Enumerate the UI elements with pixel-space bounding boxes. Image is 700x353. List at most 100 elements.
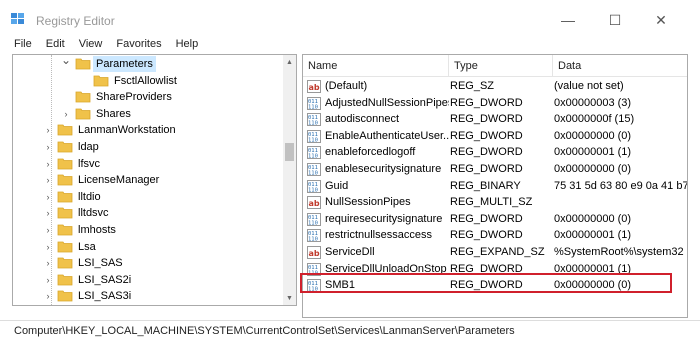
registry-values-list[interactable]: Name Type Data ab (Default) REG_SZ (value n… xyxy=(302,54,688,318)
tree-node[interactable]: › ldap xyxy=(13,138,283,156)
menu-edit[interactable]: Edit xyxy=(44,38,67,50)
tree-node[interactable]: › Shares xyxy=(13,105,283,123)
tree-node[interactable]: › Lsa xyxy=(13,238,283,256)
value-name: SMB1 xyxy=(325,279,355,292)
tree-node-label: LSI_SAS2i xyxy=(78,273,132,286)
svg-text:110: 110 xyxy=(308,137,318,143)
tree-node[interactable]: ShareProviders xyxy=(13,88,283,106)
value-row[interactable]: 011 110 enableforcedlogoff REG_DWORD 0x00000… xyxy=(303,144,687,161)
menu-favorites[interactable]: Favorites xyxy=(114,38,163,50)
binary-value-icon: 011 110 xyxy=(307,279,321,293)
folder-icon xyxy=(75,107,91,120)
value-name-cell: 011 110 restrictnullsessaccess xyxy=(307,227,449,244)
value-name: Guid xyxy=(325,179,349,192)
value-row[interactable]: ab NullSessionPipes REG_MULTI_SZ xyxy=(303,194,687,211)
value-row[interactable]: 011 110 autodisconnect REG_DWORD 0x0000000f … xyxy=(303,111,687,128)
tree-node[interactable]: › lltdio xyxy=(13,188,283,206)
value-name: EnableAuthenticateUser... xyxy=(325,129,449,142)
tree-node-label: ldap xyxy=(78,141,99,153)
value-name-cell: 011 110 autodisconnect xyxy=(307,111,449,128)
folder-icon xyxy=(75,90,91,103)
value-row[interactable]: 011 110 Guid REG_BINARY 75 31 5d 63 80 e9 0a… xyxy=(303,178,687,195)
collapsed-chevron-icon[interactable]: › xyxy=(61,109,71,119)
value-name-cell: 011 110 EnableAuthenticateUser... xyxy=(307,128,449,145)
menu-file[interactable]: File xyxy=(12,38,34,50)
tree-node-label: lmhosts xyxy=(78,224,116,236)
value-row[interactable]: ab (Default) REG_SZ (value not set) xyxy=(303,78,687,95)
value-data: 0x00000000 (0) xyxy=(554,129,632,142)
tree-node[interactable]: › lltdsvc xyxy=(13,204,283,222)
folder-icon xyxy=(57,157,73,170)
binary-value-icon: 011 110 xyxy=(307,212,321,226)
minimize-button[interactable]: — xyxy=(545,6,591,34)
registry-key-tree[interactable]: ⌄ Parameters FsctlAllowlist ShareProviders ›… xyxy=(12,54,297,306)
value-name: requiresecuritysignature xyxy=(325,212,443,225)
tree-node[interactable]: › LSI_SAS2i xyxy=(13,271,283,289)
svg-text:110: 110 xyxy=(308,237,318,243)
value-name-cell: 011 110 enablesecuritysignature xyxy=(307,161,449,178)
svg-text:110: 110 xyxy=(308,171,318,177)
menu-bar: File Edit View Favorites Help xyxy=(0,34,700,54)
value-row[interactable]: 011 110 enablesecuritysignature REG_DWORD 0x… xyxy=(303,161,687,178)
tree-horizontal-scrollbar[interactable] xyxy=(12,306,298,318)
folder-icon xyxy=(57,273,73,286)
tree-node[interactable]: FsctlAllowlist xyxy=(13,72,283,90)
tree-node-label: Shares xyxy=(96,107,131,120)
tree-node-label: LanmanWorkstation xyxy=(78,124,176,137)
value-data: 0x00000000 (0) xyxy=(554,279,632,292)
tree-node[interactable]: ⌄ Parameters xyxy=(13,55,283,73)
scroll-thumb[interactable] xyxy=(285,143,294,161)
svg-text:ab: ab xyxy=(309,249,320,258)
scroll-up-arrow-icon[interactable]: ▲ xyxy=(283,55,296,69)
tree-node-label: lltdsvc xyxy=(78,207,109,220)
value-name: ServiceDllUnloadOnStop xyxy=(325,262,447,275)
svg-text:110: 110 xyxy=(308,154,318,160)
value-row[interactable]: 011 110 requiresecuritysignature REG_DWORD 0… xyxy=(303,211,687,228)
column-header-data[interactable]: Data xyxy=(553,55,687,77)
tree-vertical-scrollbar[interactable]: ▲ ▼ xyxy=(283,54,297,306)
value-row[interactable]: 011 110 restrictnullsessaccess REG_DWORD 0x0… xyxy=(303,227,687,244)
tree-node-label: lfsvc xyxy=(78,157,100,170)
value-row[interactable]: 011 110 SMB1 REG_DWORD 0x00000000 (0) xyxy=(303,277,687,294)
value-row[interactable]: ab ServiceDll REG_EXPAND_SZ %SystemRoot%\sy… xyxy=(303,244,687,261)
tree-node[interactable]: › LicenseManager xyxy=(13,171,283,189)
column-header-type[interactable]: Type xyxy=(449,55,553,77)
menu-help[interactable]: Help xyxy=(174,38,201,50)
menu-view[interactable]: View xyxy=(77,38,105,50)
svg-text:ab: ab xyxy=(309,199,320,208)
value-name: AdjustedNullSessionPipes xyxy=(325,96,449,109)
value-data: 0x0000000f (15) xyxy=(554,113,635,126)
value-type: REG_DWORD xyxy=(450,229,523,242)
value-row[interactable]: 011 110 AdjustedNullSessionPipes REG_DWORD 0… xyxy=(303,95,687,112)
value-name: restrictnullsessaccess xyxy=(325,229,432,242)
value-type: REG_DWORD xyxy=(450,113,523,126)
column-header-name[interactable]: Name xyxy=(303,55,449,77)
value-type: REG_DWORD xyxy=(450,163,523,175)
title-bar: Registry Editor — ☐ ✕ xyxy=(0,0,700,34)
tree-node[interactable]: › LanmanWorkstation xyxy=(13,121,283,139)
value-type: REG_DWORD xyxy=(450,262,523,275)
tree-node-label: FsctlAllowlist xyxy=(114,74,177,87)
window-title: Registry Editor xyxy=(36,14,115,28)
scroll-down-arrow-icon[interactable]: ▼ xyxy=(283,291,296,305)
value-row[interactable]: 011 110 EnableAuthenticateUser... REG_DWORD… xyxy=(303,128,687,145)
value-type: REG_BINARY xyxy=(450,179,521,192)
value-row[interactable]: 011 110 ServiceDllUnloadOnStop REG_DWORD 0x0… xyxy=(303,261,687,278)
tree-node[interactable]: › lfsvc xyxy=(13,155,283,173)
value-name-cell: 011 110 requiresecuritysignature xyxy=(307,211,449,228)
status-bar-path: Computer\HKEY_LOCAL_MACHINE\SYSTEM\Curre… xyxy=(0,320,700,340)
value-name-cell: ab ServiceDll xyxy=(307,244,449,261)
tree-guide-line xyxy=(51,55,52,305)
folder-icon xyxy=(57,173,73,186)
tree-node-label: lltdio xyxy=(78,190,101,203)
expanded-chevron-icon[interactable]: ⌄ xyxy=(61,55,71,67)
tree-node-label: LSI_SAS xyxy=(78,257,123,270)
maximize-button[interactable]: ☐ xyxy=(592,6,638,34)
tree-node[interactable]: › LSI_SAS3i xyxy=(13,287,283,305)
close-button[interactable]: ✕ xyxy=(638,6,684,34)
tree-node[interactable]: › LSI_SAS xyxy=(13,254,283,272)
value-data: 0x00000000 (0) xyxy=(554,163,632,175)
value-type: REG_DWORD xyxy=(450,146,523,159)
binary-value-icon: 011 110 xyxy=(307,229,321,243)
tree-node[interactable]: › lmhosts xyxy=(13,221,283,239)
